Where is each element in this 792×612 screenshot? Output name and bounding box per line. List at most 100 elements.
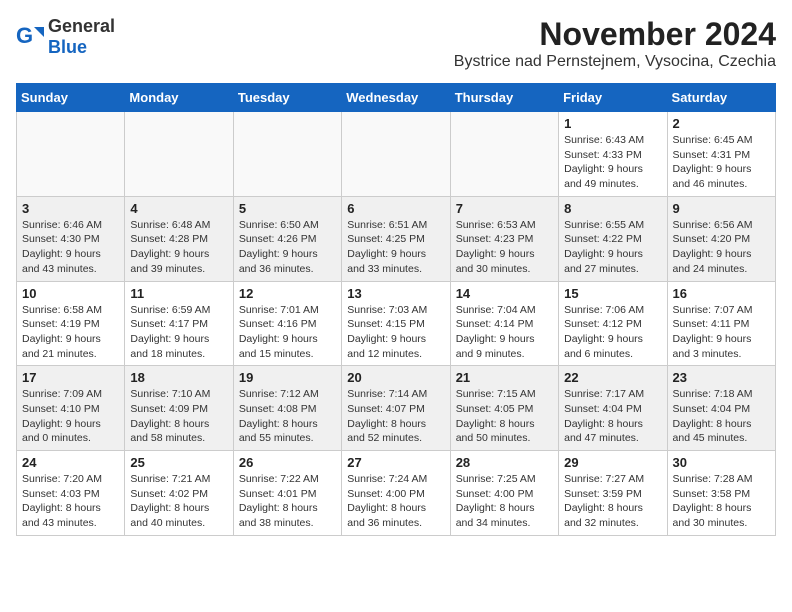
location-title: Bystrice nad Pernstejnem, Vysocina, Czec… — [454, 53, 776, 71]
calendar-header-saturday: Saturday — [667, 84, 775, 112]
calendar-cell: 21 Sunrise: 7:15 AM Sunset: 4:05 PM Dayli… — [450, 366, 558, 451]
day-info: Sunrise: 6:46 AM Sunset: 4:30 PM Dayligh… — [22, 218, 119, 277]
calendar-cell: 22 Sunrise: 7:17 AM Sunset: 4:04 PM Dayli… — [559, 366, 667, 451]
calendar-cell: 18 Sunrise: 7:10 AM Sunset: 4:09 PM Dayli… — [125, 366, 233, 451]
calendar-cell: 4 Sunrise: 6:48 AM Sunset: 4:28 PM Daylig… — [125, 196, 233, 281]
day-number: 7 — [456, 201, 553, 216]
calendar-cell: 12 Sunrise: 7:01 AM Sunset: 4:16 PM Dayli… — [233, 281, 341, 366]
day-info: Sunrise: 7:28 AM Sunset: 3:58 PM Dayligh… — [673, 472, 770, 531]
day-number: 2 — [673, 116, 770, 131]
day-info: Sunrise: 6:55 AM Sunset: 4:22 PM Dayligh… — [564, 218, 661, 277]
day-info: Sunrise: 7:06 AM Sunset: 4:12 PM Dayligh… — [564, 303, 661, 362]
day-number: 24 — [22, 455, 119, 470]
day-info: Sunrise: 7:03 AM Sunset: 4:15 PM Dayligh… — [347, 303, 444, 362]
calendar-header-monday: Monday — [125, 84, 233, 112]
calendar-header-thursday: Thursday — [450, 84, 558, 112]
calendar-cell: 26Sunrise: 7:22 AM Sunset: 4:01 PM Dayli… — [233, 451, 341, 536]
day-info: Sunrise: 7:27 AM Sunset: 3:59 PM Dayligh… — [564, 472, 661, 531]
calendar-week-3: 10Sunrise: 6:58 AM Sunset: 4:19 PM Dayli… — [17, 281, 776, 366]
day-number: 10 — [22, 286, 119, 301]
calendar-cell: 9 Sunrise: 6:56 AM Sunset: 4:20 PM Daylig… — [667, 196, 775, 281]
calendar-cell: 1 Sunrise: 6:43 AM Sunset: 4:33 PM Daylig… — [559, 112, 667, 197]
calendar-cell: 17Sunrise: 7:09 AM Sunset: 4:10 PM Dayli… — [17, 366, 125, 451]
calendar-cell: 5 Sunrise: 6:50 AM Sunset: 4:26 PM Daylig… — [233, 196, 341, 281]
calendar-cell: 25Sunrise: 7:21 AM Sunset: 4:02 PM Dayli… — [125, 451, 233, 536]
calendar-cell: 6 Sunrise: 6:51 AM Sunset: 4:25 PM Daylig… — [342, 196, 450, 281]
day-number: 27 — [347, 455, 444, 470]
day-info: Sunrise: 7:20 AM Sunset: 4:03 PM Dayligh… — [22, 472, 119, 531]
day-number: 18 — [130, 370, 227, 385]
day-info: Sunrise: 7:22 AM Sunset: 4:01 PM Dayligh… — [239, 472, 336, 531]
day-number: 22 — [564, 370, 661, 385]
calendar-cell: 2 Sunrise: 6:45 AM Sunset: 4:31 PM Daylig… — [667, 112, 775, 197]
day-info: Sunrise: 7:25 AM Sunset: 4:00 PM Dayligh… — [456, 472, 553, 531]
calendar-body: 1 Sunrise: 6:43 AM Sunset: 4:33 PM Daylig… — [17, 112, 776, 536]
calendar-week-4: 17Sunrise: 7:09 AM Sunset: 4:10 PM Dayli… — [17, 366, 776, 451]
calendar-table: SundayMondayTuesdayWednesdayThursdayFrid… — [16, 83, 776, 536]
calendar-cell — [342, 112, 450, 197]
day-info: Sunrise: 6:51 AM Sunset: 4:25 PM Dayligh… — [347, 218, 444, 277]
day-number: 21 — [456, 370, 553, 385]
day-number: 4 — [130, 201, 227, 216]
day-number: 1 — [564, 116, 661, 131]
day-number: 28 — [456, 455, 553, 470]
title-block: November 2024 Bystrice nad Pernstejnem, … — [454, 16, 776, 79]
logo-general-text: General — [48, 16, 115, 36]
day-number: 12 — [239, 286, 336, 301]
day-info: Sunrise: 6:50 AM Sunset: 4:26 PM Dayligh… — [239, 218, 336, 277]
day-info: Sunrise: 6:56 AM Sunset: 4:20 PM Dayligh… — [673, 218, 770, 277]
day-number: 8 — [564, 201, 661, 216]
day-info: Sunrise: 7:12 AM Sunset: 4:08 PM Dayligh… — [239, 387, 336, 446]
day-info: Sunrise: 7:24 AM Sunset: 4:00 PM Dayligh… — [347, 472, 444, 531]
day-info: Sunrise: 7:17 AM Sunset: 4:04 PM Dayligh… — [564, 387, 661, 446]
calendar-cell — [125, 112, 233, 197]
day-number: 6 — [347, 201, 444, 216]
calendar-cell: 23Sunrise: 7:18 AM Sunset: 4:04 PM Dayli… — [667, 366, 775, 451]
day-number: 20 — [347, 370, 444, 385]
calendar-cell: 13 Sunrise: 7:03 AM Sunset: 4:15 PM Dayli… — [342, 281, 450, 366]
day-info: Sunrise: 6:59 AM Sunset: 4:17 PM Dayligh… — [130, 303, 227, 362]
day-info: Sunrise: 6:45 AM Sunset: 4:31 PM Dayligh… — [673, 133, 770, 192]
calendar-cell: 8 Sunrise: 6:55 AM Sunset: 4:22 PM Daylig… — [559, 196, 667, 281]
calendar-cell: 10Sunrise: 6:58 AM Sunset: 4:19 PM Dayli… — [17, 281, 125, 366]
calendar-cell: 11 Sunrise: 6:59 AM Sunset: 4:17 PM Dayli… — [125, 281, 233, 366]
month-title: November 2024 — [454, 16, 776, 53]
day-info: Sunrise: 7:18 AM Sunset: 4:04 PM Dayligh… — [673, 387, 770, 446]
calendar-cell: 28 Sunrise: 7:25 AM Sunset: 4:00 PM Dayli… — [450, 451, 558, 536]
day-number: 11 — [130, 286, 227, 301]
day-info: Sunrise: 7:15 AM Sunset: 4:05 PM Dayligh… — [456, 387, 553, 446]
day-number: 9 — [673, 201, 770, 216]
header: G General Blue November 2024 Bystrice na… — [16, 16, 776, 79]
day-number: 25 — [130, 455, 227, 470]
calendar-cell — [233, 112, 341, 197]
calendar-header-friday: Friday — [559, 84, 667, 112]
calendar-cell: 7 Sunrise: 6:53 AM Sunset: 4:23 PM Daylig… — [450, 196, 558, 281]
day-info: Sunrise: 6:48 AM Sunset: 4:28 PM Dayligh… — [130, 218, 227, 277]
calendar-cell: 24 Sunrise: 7:20 AM Sunset: 4:03 PM Dayli… — [17, 451, 125, 536]
day-number: 30 — [673, 455, 770, 470]
calendar-week-5: 24 Sunrise: 7:20 AM Sunset: 4:03 PM Dayli… — [17, 451, 776, 536]
day-info: Sunrise: 7:10 AM Sunset: 4:09 PM Dayligh… — [130, 387, 227, 446]
svg-text:G: G — [16, 23, 33, 48]
calendar-cell — [17, 112, 125, 197]
calendar-cell: 20Sunrise: 7:14 AM Sunset: 4:07 PM Dayli… — [342, 366, 450, 451]
day-info: Sunrise: 7:04 AM Sunset: 4:14 PM Dayligh… — [456, 303, 553, 362]
day-info: Sunrise: 6:53 AM Sunset: 4:23 PM Dayligh… — [456, 218, 553, 277]
day-info: Sunrise: 7:01 AM Sunset: 4:16 PM Dayligh… — [239, 303, 336, 362]
calendar-cell: 27 Sunrise: 7:24 AM Sunset: 4:00 PM Dayli… — [342, 451, 450, 536]
day-number: 3 — [22, 201, 119, 216]
calendar-week-2: 3 Sunrise: 6:46 AM Sunset: 4:30 PM Daylig… — [17, 196, 776, 281]
calendar-cell — [450, 112, 558, 197]
day-number: 13 — [347, 286, 444, 301]
day-info: Sunrise: 7:09 AM Sunset: 4:10 PM Dayligh… — [22, 387, 119, 446]
day-number: 15 — [564, 286, 661, 301]
day-info: Sunrise: 6:43 AM Sunset: 4:33 PM Dayligh… — [564, 133, 661, 192]
calendar-cell: 30 Sunrise: 7:28 AM Sunset: 3:58 PM Dayli… — [667, 451, 775, 536]
calendar-cell: 19 Sunrise: 7:12 AM Sunset: 4:08 PM Dayli… — [233, 366, 341, 451]
calendar-cell: 16Sunrise: 7:07 AM Sunset: 4:11 PM Dayli… — [667, 281, 775, 366]
day-number: 29 — [564, 455, 661, 470]
calendar-header-sunday: Sunday — [17, 84, 125, 112]
day-number: 19 — [239, 370, 336, 385]
day-info: Sunrise: 7:07 AM Sunset: 4:11 PM Dayligh… — [673, 303, 770, 362]
day-number: 5 — [239, 201, 336, 216]
